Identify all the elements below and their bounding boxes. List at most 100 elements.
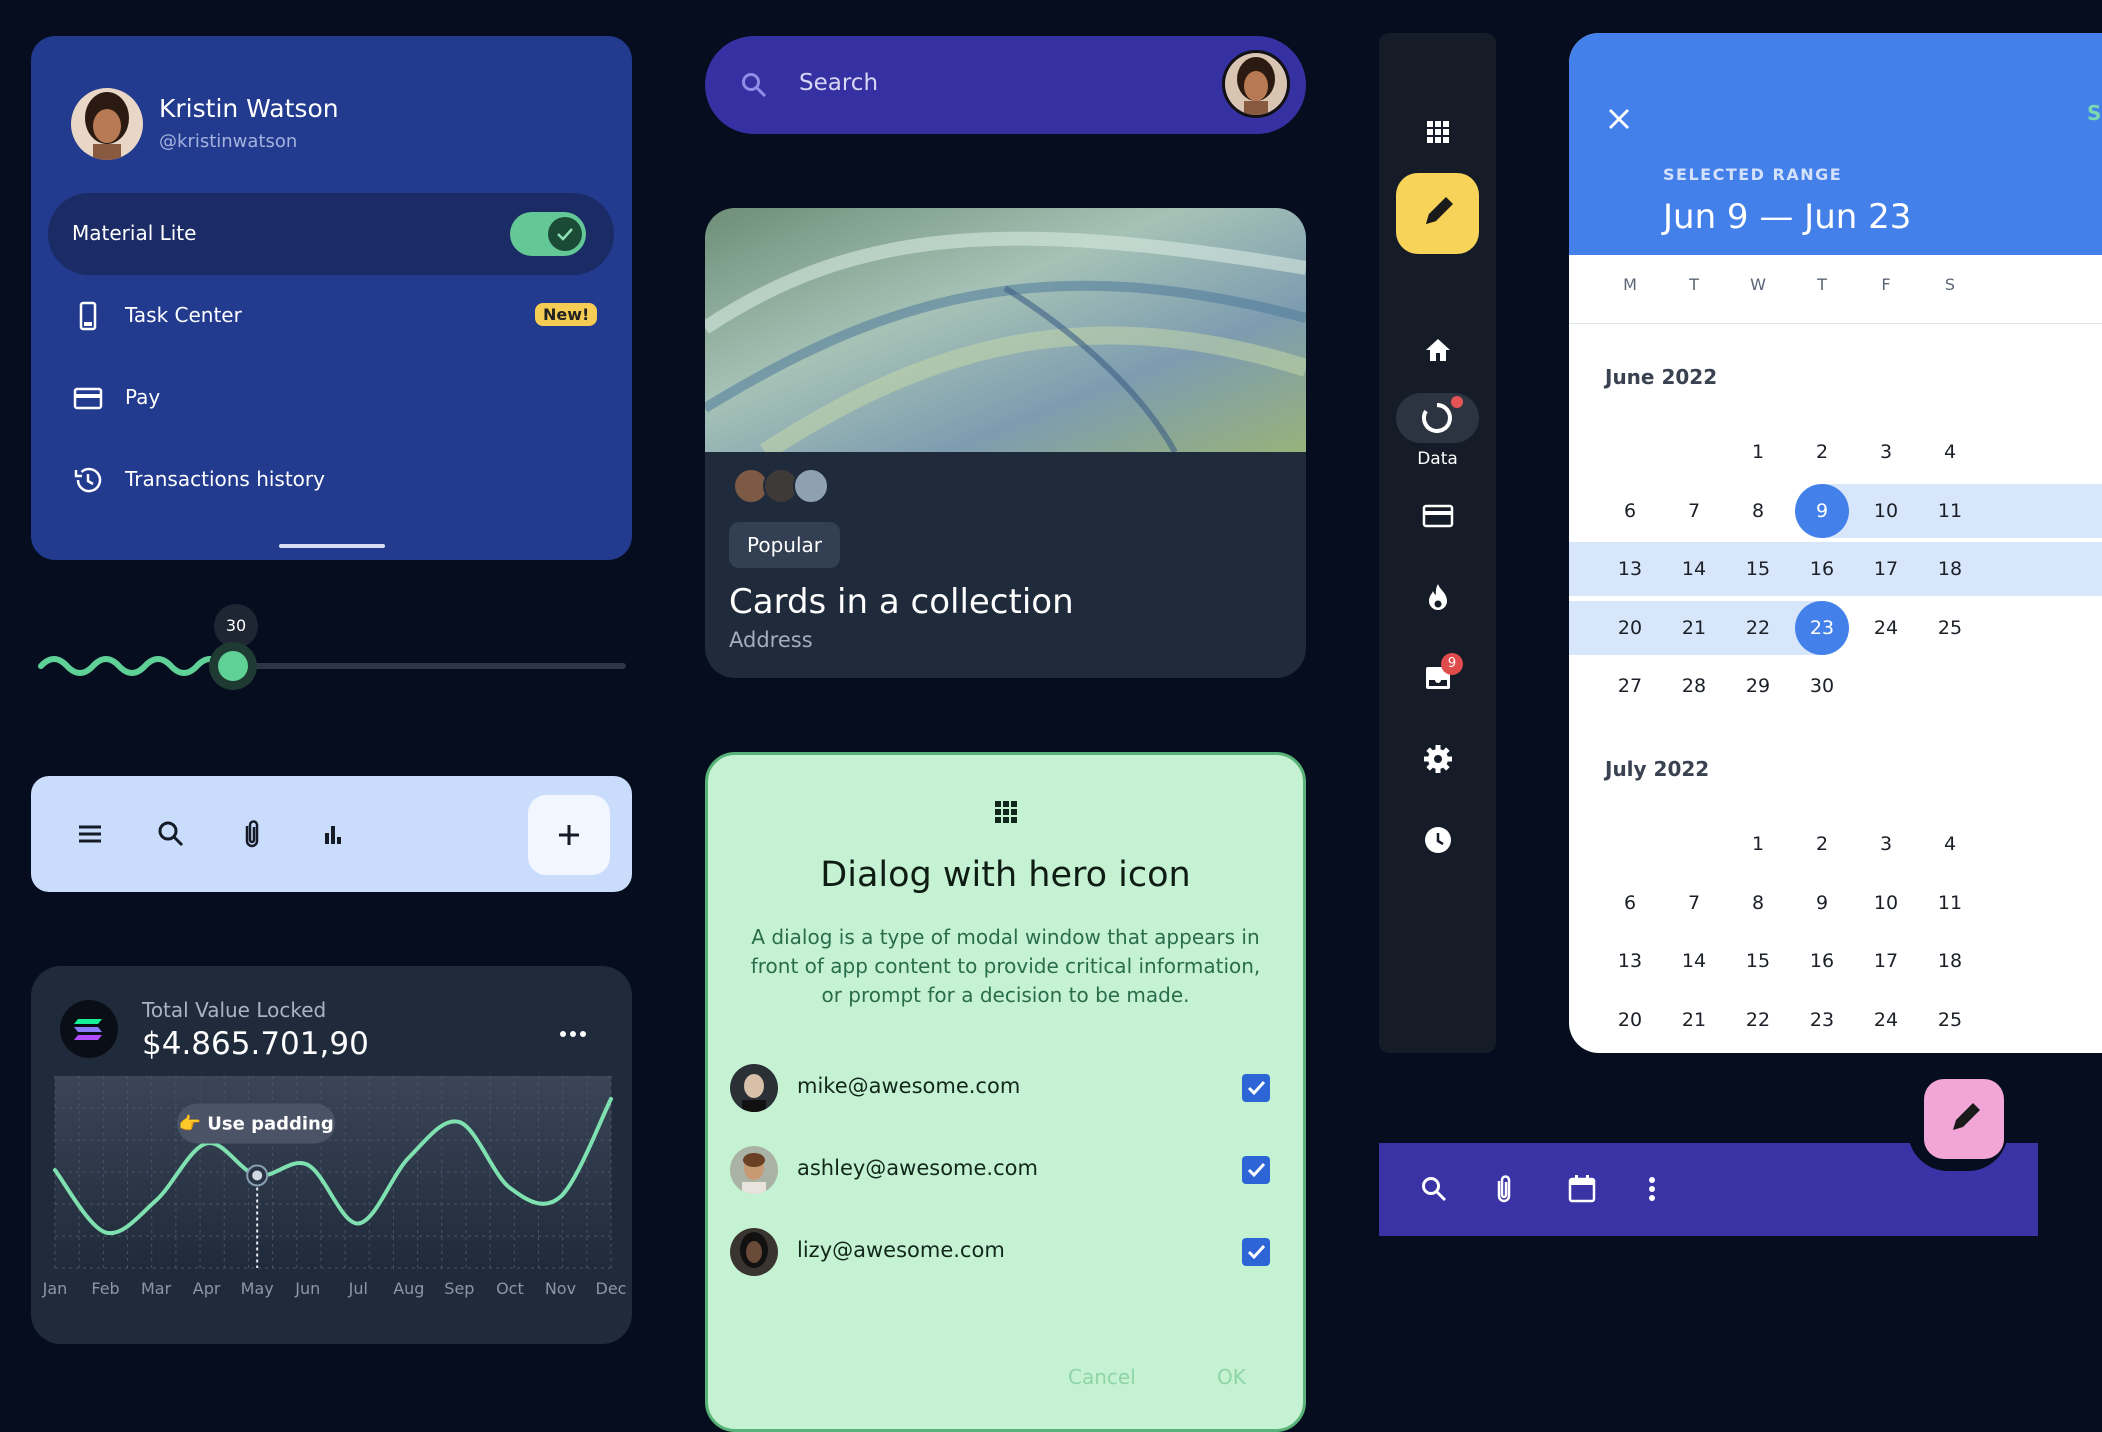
apps-icon[interactable] [1421, 115, 1455, 149]
calendar-day[interactable]: 20 [1600, 601, 1660, 655]
calendar-day[interactable]: 6 [1600, 484, 1660, 538]
search-icon[interactable] [153, 816, 189, 852]
drawer-item-task-center[interactable]: Task Center New! [48, 275, 614, 357]
calendar-day[interactable]: 9 [1792, 484, 1852, 538]
search-icon[interactable] [1417, 1172, 1451, 1206]
inbox-icon[interactable]: 9 [1421, 653, 1463, 695]
compose-button[interactable] [1396, 173, 1479, 254]
recipient-checkbox[interactable] [1242, 1238, 1270, 1266]
calendar-day[interactable]: 1 [1728, 817, 1788, 871]
calendar-day[interactable]: 13 [1600, 542, 1660, 596]
calendar-day[interactable]: 7 [1664, 484, 1724, 538]
calendar-day[interactable]: 14 [1664, 542, 1724, 596]
calendar-day[interactable]: 17 [1856, 542, 1916, 596]
clock-icon[interactable] [1421, 823, 1455, 857]
avatar[interactable] [1222, 50, 1290, 118]
search-input[interactable]: Search [799, 70, 878, 96]
calendar-day[interactable]: 21 [1664, 993, 1724, 1047]
slider-track[interactable] [31, 640, 632, 700]
recipient-checkbox[interactable] [1242, 1156, 1270, 1184]
card-title: Cards in a collection [729, 582, 1074, 622]
calendar-day[interactable]: 15 [1728, 542, 1788, 596]
calendar-day[interactable]: 8 [1728, 876, 1788, 930]
search-icon[interactable] [738, 69, 770, 101]
recipient-row[interactable]: mike@awesome.com [730, 1057, 1280, 1117]
calendar-day[interactable]: 29 [1728, 659, 1788, 713]
drag-handle[interactable] [279, 544, 385, 548]
calendar-day[interactable]: 4 [1920, 425, 1980, 479]
calendar-day[interactable]: 24 [1856, 993, 1916, 1047]
calendar-day[interactable]: 4 [1920, 817, 1980, 871]
calendar-day[interactable]: 25 [1920, 601, 1980, 655]
credit-card-icon[interactable] [1421, 499, 1455, 533]
settings-icon[interactable] [1421, 742, 1455, 776]
material-lite-toggle[interactable] [510, 212, 586, 256]
tvl-line-chart[interactable]: 👉 Use padding Jan Feb Mar Apr May Jun Jul Aug Sep… [31, 1076, 632, 1344]
calendar-day[interactable]: 16 [1792, 934, 1852, 988]
close-icon[interactable] [1603, 103, 1635, 135]
recipient-checkbox[interactable] [1242, 1074, 1270, 1102]
calendar-day[interactable]: 22 [1728, 993, 1788, 1047]
attach-icon[interactable] [1487, 1172, 1521, 1206]
calendar-day[interactable]: 6 [1600, 876, 1660, 930]
calendar-day[interactable]: 22 [1728, 601, 1788, 655]
calendar-day[interactable]: 11 [1920, 484, 1980, 538]
cancel-button[interactable]: Cancel [1068, 1365, 1136, 1389]
calendar-day[interactable]: 10 [1856, 876, 1916, 930]
calendar-day[interactable]: 1 [1728, 425, 1788, 479]
tvl-label: Total Value Locked [142, 998, 327, 1022]
calendar-day[interactable]: 24 [1856, 601, 1916, 655]
drawer-item-label: Material Lite [72, 221, 197, 245]
calendar-day[interactable]: 25 [1920, 993, 1980, 1047]
avatar[interactable] [71, 88, 143, 160]
calendar-day[interactable]: 14 [1664, 934, 1724, 988]
calendar-day[interactable]: 23 [1792, 993, 1852, 1047]
rail-item-data[interactable] [1396, 393, 1479, 443]
calendar-day[interactable]: 23 [1792, 601, 1852, 655]
add-button[interactable] [528, 795, 610, 875]
calendar-day[interactable]: 27 [1600, 659, 1660, 713]
wavy-slider[interactable]: 30 [31, 600, 632, 700]
calendar-day[interactable]: 10 [1856, 484, 1916, 538]
bar-chart-icon[interactable] [315, 816, 351, 852]
save-button[interactable]: Sa [2087, 101, 2102, 125]
more-vert-icon[interactable] [1635, 1172, 1669, 1206]
calendar-day[interactable]: 11 [1920, 876, 1980, 930]
edit-fab[interactable] [1924, 1079, 2004, 1159]
recipient-row[interactable]: ashley@awesome.com [730, 1139, 1280, 1199]
fire-icon[interactable] [1421, 580, 1455, 614]
calendar-day[interactable]: 2 [1792, 425, 1852, 479]
drawer-item-pay[interactable]: Pay [48, 357, 614, 439]
recipient-row[interactable]: lizy@awesome.com [730, 1221, 1280, 1281]
calendar-day[interactable]: 21 [1664, 601, 1724, 655]
calendar-day[interactable]: 9 [1792, 876, 1852, 930]
calendar-day[interactable]: 2 [1792, 817, 1852, 871]
drawer-item-transactions-history[interactable]: Transactions history [48, 439, 614, 521]
popular-chip[interactable]: Popular [729, 522, 840, 568]
more-horiz-icon[interactable] [558, 1022, 588, 1046]
attach-icon[interactable] [234, 816, 270, 852]
home-icon[interactable] [1421, 333, 1455, 367]
calendar-day[interactable]: 3 [1856, 425, 1916, 479]
calendar-day[interactable]: 3 [1856, 817, 1916, 871]
calendar-day[interactable]: 18 [1920, 934, 1980, 988]
calendar-day[interactable]: 15 [1728, 934, 1788, 988]
tvl-value: $4.865.701,90 [142, 1026, 369, 1062]
calendar-day[interactable]: 17 [1856, 934, 1916, 988]
calendar-icon[interactable] [1565, 1172, 1599, 1206]
calendar-day[interactable]: 8 [1728, 484, 1788, 538]
calendar-day[interactable]: 28 [1664, 659, 1724, 713]
calendar-day[interactable]: 16 [1792, 542, 1852, 596]
user-handle: @kristinwatson [159, 131, 298, 152]
ok-button[interactable]: OK [1217, 1365, 1246, 1389]
search-bar[interactable]: Search [705, 36, 1306, 134]
menu-icon[interactable] [72, 816, 108, 852]
weekday-label: S [1944, 275, 1956, 294]
calendar-day[interactable]: 18 [1920, 542, 1980, 596]
calendar-day[interactable]: 7 [1664, 876, 1724, 930]
calendar-day[interactable]: 20 [1600, 993, 1660, 1047]
calendar-day[interactable]: 13 [1600, 934, 1660, 988]
drawer-item-material-lite[interactable]: Material Lite [48, 193, 614, 275]
calendar-day[interactable]: 30 [1792, 659, 1852, 713]
collection-card[interactable]: Popular Cards in a collection Address [705, 208, 1306, 678]
